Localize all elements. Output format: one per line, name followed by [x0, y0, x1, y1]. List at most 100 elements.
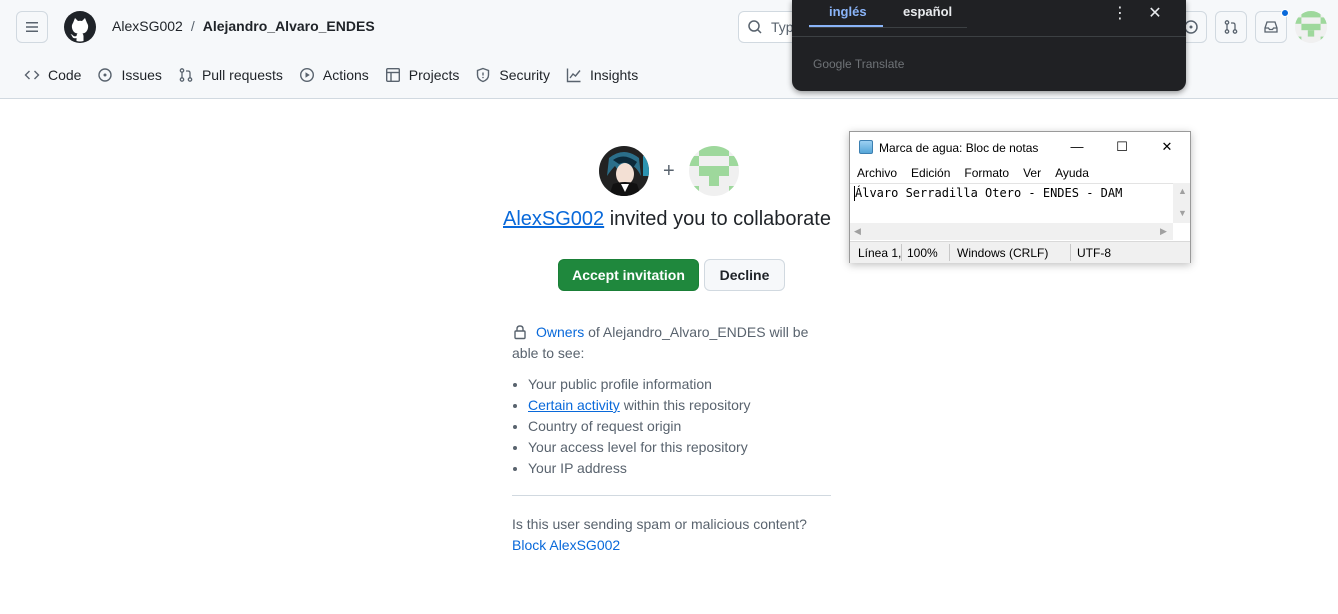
- menu-ayuda[interactable]: Ayuda: [1055, 166, 1089, 180]
- spam-question: Is this user sending spam or malicious c…: [512, 516, 807, 532]
- divider: [512, 495, 831, 496]
- tab-pull-requests[interactable]: Pull requests: [170, 58, 291, 92]
- google-translate-brand: Google Translate: [813, 57, 905, 71]
- invite-title: AlexSG002 invited you to collaborate: [503, 208, 831, 231]
- notification-dot: [1281, 9, 1289, 17]
- active-tab-indicator: [809, 25, 883, 27]
- tab-code[interactable]: Code: [16, 58, 89, 92]
- tab-target-language[interactable]: español: [903, 4, 952, 19]
- status-divider: [1070, 244, 1071, 261]
- graph-icon: [566, 68, 581, 83]
- close-icon[interactable]: ✕: [1146, 3, 1164, 23]
- play-icon: [299, 67, 314, 83]
- status-divider: [901, 244, 902, 261]
- spam-section: Is this user sending spam or malicious c…: [512, 514, 807, 556]
- pull-request-icon: [1224, 20, 1238, 34]
- tab-label: Projects: [408, 67, 460, 83]
- decline-button[interactable]: Decline: [704, 259, 785, 291]
- notepad-title: Marca de agua: Bloc de notas: [879, 141, 1039, 155]
- tab-label: Issues: [121, 67, 162, 83]
- tab-label: Pull requests: [201, 67, 283, 83]
- identicon-icon: [1295, 11, 1327, 43]
- tab-security[interactable]: Security: [467, 58, 558, 92]
- visible-items-list: Your public profile information Certain …: [512, 374, 832, 479]
- status-zoom: 100%: [907, 246, 938, 260]
- repo-nav: Code Issues Pull requests Actions Projec…: [16, 58, 646, 92]
- search-placeholder: Typ: [771, 19, 794, 35]
- maximize-icon[interactable]: ☐: [1112, 137, 1132, 157]
- tab-source-language[interactable]: inglés: [829, 4, 867, 19]
- identicon-icon: [688, 146, 739, 196]
- tab-issues[interactable]: Issues: [89, 58, 169, 92]
- plus-sign: +: [663, 159, 675, 182]
- tab-label: Actions: [322, 67, 369, 83]
- notepad-menubar: Archivo Edición Formato Ver Ayuda: [857, 166, 1089, 180]
- tab-projects[interactable]: Projects: [377, 58, 468, 92]
- repo-name-link[interactable]: Alejandro_Alvaro_ENDES: [203, 18, 375, 34]
- list-item: Certain activity within this repository: [528, 395, 832, 416]
- list-item: Country of request origin: [528, 416, 832, 437]
- menu-ver[interactable]: Ver: [1023, 166, 1041, 180]
- tab-label: Code: [48, 67, 82, 83]
- pull-request-icon: [179, 68, 193, 82]
- scroll-up-icon[interactable]: ▲: [1178, 186, 1187, 196]
- vertical-scrollbar[interactable]: ▲ ▼: [1173, 183, 1190, 223]
- notepad-titlebar[interactable]: Marca de agua: Bloc de notas — ☐ ✕: [850, 132, 1190, 163]
- tab-label: Security: [499, 67, 550, 83]
- menu-edicion[interactable]: Edición: [911, 166, 950, 180]
- scroll-right-icon[interactable]: ▶: [1160, 226, 1167, 237]
- invitee-avatar[interactable]: [688, 146, 739, 196]
- table-icon: [385, 68, 400, 83]
- hamburger-menu-button[interactable]: [16, 11, 48, 43]
- status-line-endings: Windows (CRLF): [957, 246, 1049, 260]
- github-logo-icon[interactable]: [64, 11, 96, 43]
- list-item: Your access level for this repository: [528, 437, 832, 458]
- menu-archivo[interactable]: Archivo: [857, 166, 897, 180]
- accept-invitation-button[interactable]: Accept invitation: [558, 259, 699, 291]
- status-divider: [949, 244, 950, 261]
- search-icon: [748, 20, 762, 34]
- user-avatar[interactable]: [1295, 11, 1327, 43]
- inviter-link[interactable]: AlexSG002: [503, 208, 604, 230]
- owner-link[interactable]: AlexSG002: [112, 18, 183, 34]
- notepad-window: Marca de agua: Bloc de notas — ☐ ✕ Archi…: [849, 131, 1191, 263]
- more-options-icon[interactable]: ⋮: [1112, 3, 1128, 23]
- status-encoding: UTF-8: [1077, 246, 1111, 260]
- tab-actions[interactable]: Actions: [291, 58, 377, 92]
- inbox-icon: [1264, 21, 1278, 33]
- tab-insights[interactable]: Insights: [558, 58, 646, 92]
- block-user-link[interactable]: Block AlexSG002: [512, 537, 620, 553]
- certain-activity-link[interactable]: Certain activity: [528, 397, 620, 413]
- minimize-icon[interactable]: —: [1067, 137, 1087, 157]
- invite-avatars: +: [599, 146, 739, 196]
- notepad-statusbar: Línea 1, 100% Windows (CRLF) UTF-8: [850, 241, 1190, 263]
- owners-link[interactable]: Owners: [536, 324, 584, 340]
- notepad-icon: [859, 140, 873, 154]
- visibility-info: Owners of Alejandro_Alvaro_ENDES will be…: [512, 322, 832, 479]
- owners-statement: Owners of Alejandro_Alvaro_ENDES will be…: [512, 322, 832, 364]
- issue-icon: [98, 68, 113, 82]
- hamburger-icon: [26, 22, 38, 32]
- lock-icon: [514, 325, 526, 340]
- shield-icon: [477, 67, 490, 83]
- breadcrumb-separator: /: [190, 18, 195, 34]
- notepad-content: Álvaro Serradilla Otero - ENDES - DAM: [855, 186, 1123, 200]
- list-item: Your IP address: [528, 458, 832, 479]
- status-position: Línea 1,: [858, 246, 902, 260]
- menu-formato[interactable]: Formato: [964, 166, 1009, 180]
- inbox-button[interactable]: [1255, 9, 1289, 43]
- close-icon[interactable]: ✕: [1157, 137, 1177, 157]
- inviter-avatar[interactable]: [599, 146, 649, 196]
- list-item: Your public profile information: [528, 374, 832, 395]
- list-item-text: within this repository: [619, 397, 751, 413]
- scroll-left-icon[interactable]: ◀: [854, 226, 861, 237]
- popup-divider: [792, 36, 1186, 37]
- breadcrumb: AlexSG002 / Alejandro_Alvaro_ENDES: [112, 18, 375, 34]
- horizontal-scrollbar[interactable]: ◀ ▶: [850, 223, 1173, 240]
- invite-title-text: invited you to collaborate: [604, 208, 831, 230]
- code-icon: [24, 70, 40, 80]
- scroll-down-icon[interactable]: ▼: [1178, 208, 1187, 218]
- pull-requests-header-button[interactable]: [1215, 11, 1247, 43]
- google-translate-popup: inglés español ⋮ ✕ Google Translate: [792, 0, 1186, 91]
- tab-label: Insights: [589, 67, 639, 83]
